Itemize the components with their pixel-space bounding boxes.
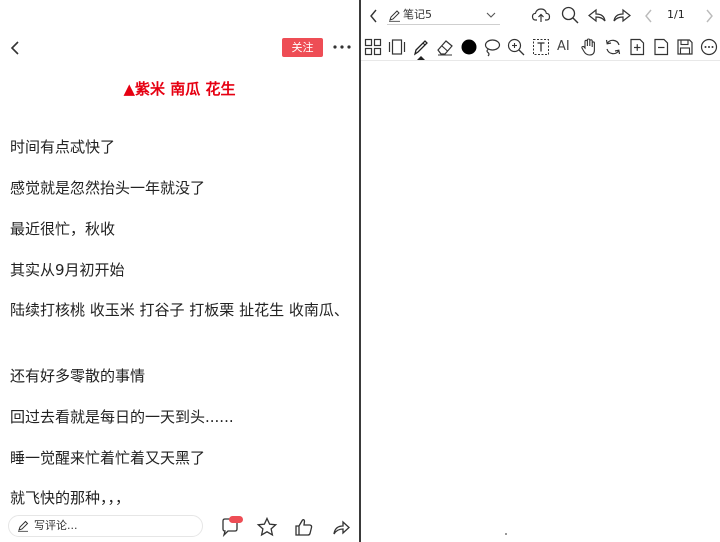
more-options-icon[interactable] <box>699 37 719 57</box>
search-icon[interactable] <box>560 5 580 25</box>
more-icon[interactable] <box>332 38 352 56</box>
text-box-icon[interactable] <box>531 37 551 57</box>
post-paragraph: 其实从9月初开始 <box>10 261 125 279</box>
back-arrow-icon[interactable] <box>6 36 26 60</box>
undo-icon[interactable] <box>587 6 607 24</box>
thumbs-up-icon[interactable] <box>293 516 315 538</box>
redo-icon[interactable] <box>612 6 632 24</box>
add-page-icon[interactable] <box>627 37 647 57</box>
lasso-icon[interactable] <box>482 37 502 57</box>
share-icon[interactable] <box>330 516 352 538</box>
refresh-icon[interactable] <box>603 37 623 57</box>
note-pane: 笔记5 1/1 AI <box>361 0 720 542</box>
cloud-upload-icon[interactable] <box>531 5 551 25</box>
toolbar-separator <box>361 60 720 61</box>
comment-placeholder: 写评论... <box>34 519 78 532</box>
comment-count-badge <box>229 516 243 523</box>
pen-icon <box>18 520 29 532</box>
canvas-mark <box>505 533 507 535</box>
post-paragraph: 就飞快的那种，，， <box>10 489 131 507</box>
eraser-icon[interactable] <box>435 37 455 57</box>
post-paragraph: 回过去看就是每日的一天到头...... <box>10 408 234 426</box>
post-paragraph: 最近很忙，秋收 <box>10 220 116 238</box>
article-pane: 关注 ▲紫米 南瓜 花生 时间有点忒快了 感觉就是忽然抬头一年就没了 最近很忙，… <box>0 0 359 542</box>
color-picker-icon[interactable] <box>459 37 479 57</box>
post-paragraph: 睡一觉醒来忙着忙着又天黑了 <box>10 449 206 467</box>
post-title: ▲紫米 南瓜 花生 <box>123 80 236 98</box>
hand-tool-icon[interactable] <box>579 37 599 57</box>
pen-tool-icon[interactable] <box>411 37 431 57</box>
post-paragraph: 陆续打核桃 收玉米 打谷子 打板栗 扯花生 收南瓜、 <box>10 301 349 319</box>
note-title[interactable]: 笔记5 <box>403 8 432 22</box>
save-icon[interactable] <box>675 37 695 57</box>
chevron-down-icon[interactable] <box>486 11 496 19</box>
previous-page-icon[interactable] <box>643 7 655 25</box>
pencil-icon <box>389 10 400 22</box>
grid-view-icon[interactable] <box>363 37 383 57</box>
post-paragraph: 还有好多零散的事情 <box>10 367 146 385</box>
comment-input[interactable]: 写评论... <box>8 515 203 537</box>
remove-page-icon[interactable] <box>651 37 671 57</box>
page-indicator: 1/1 <box>667 8 685 21</box>
follow-button[interactable]: 关注 <box>282 38 323 57</box>
page-layout-icon[interactable] <box>387 37 407 57</box>
next-page-icon[interactable] <box>703 7 715 25</box>
star-icon[interactable] <box>256 516 278 538</box>
post-paragraph: 时间有点忒快了 <box>10 138 116 156</box>
back-arrow-icon[interactable] <box>367 7 381 25</box>
zoom-in-icon[interactable] <box>506 37 526 57</box>
post-paragraph: 感觉就是忽然抬头一年就没了 <box>10 179 206 197</box>
title-underline <box>387 24 500 25</box>
ai-tool-label[interactable]: AI <box>557 39 570 55</box>
